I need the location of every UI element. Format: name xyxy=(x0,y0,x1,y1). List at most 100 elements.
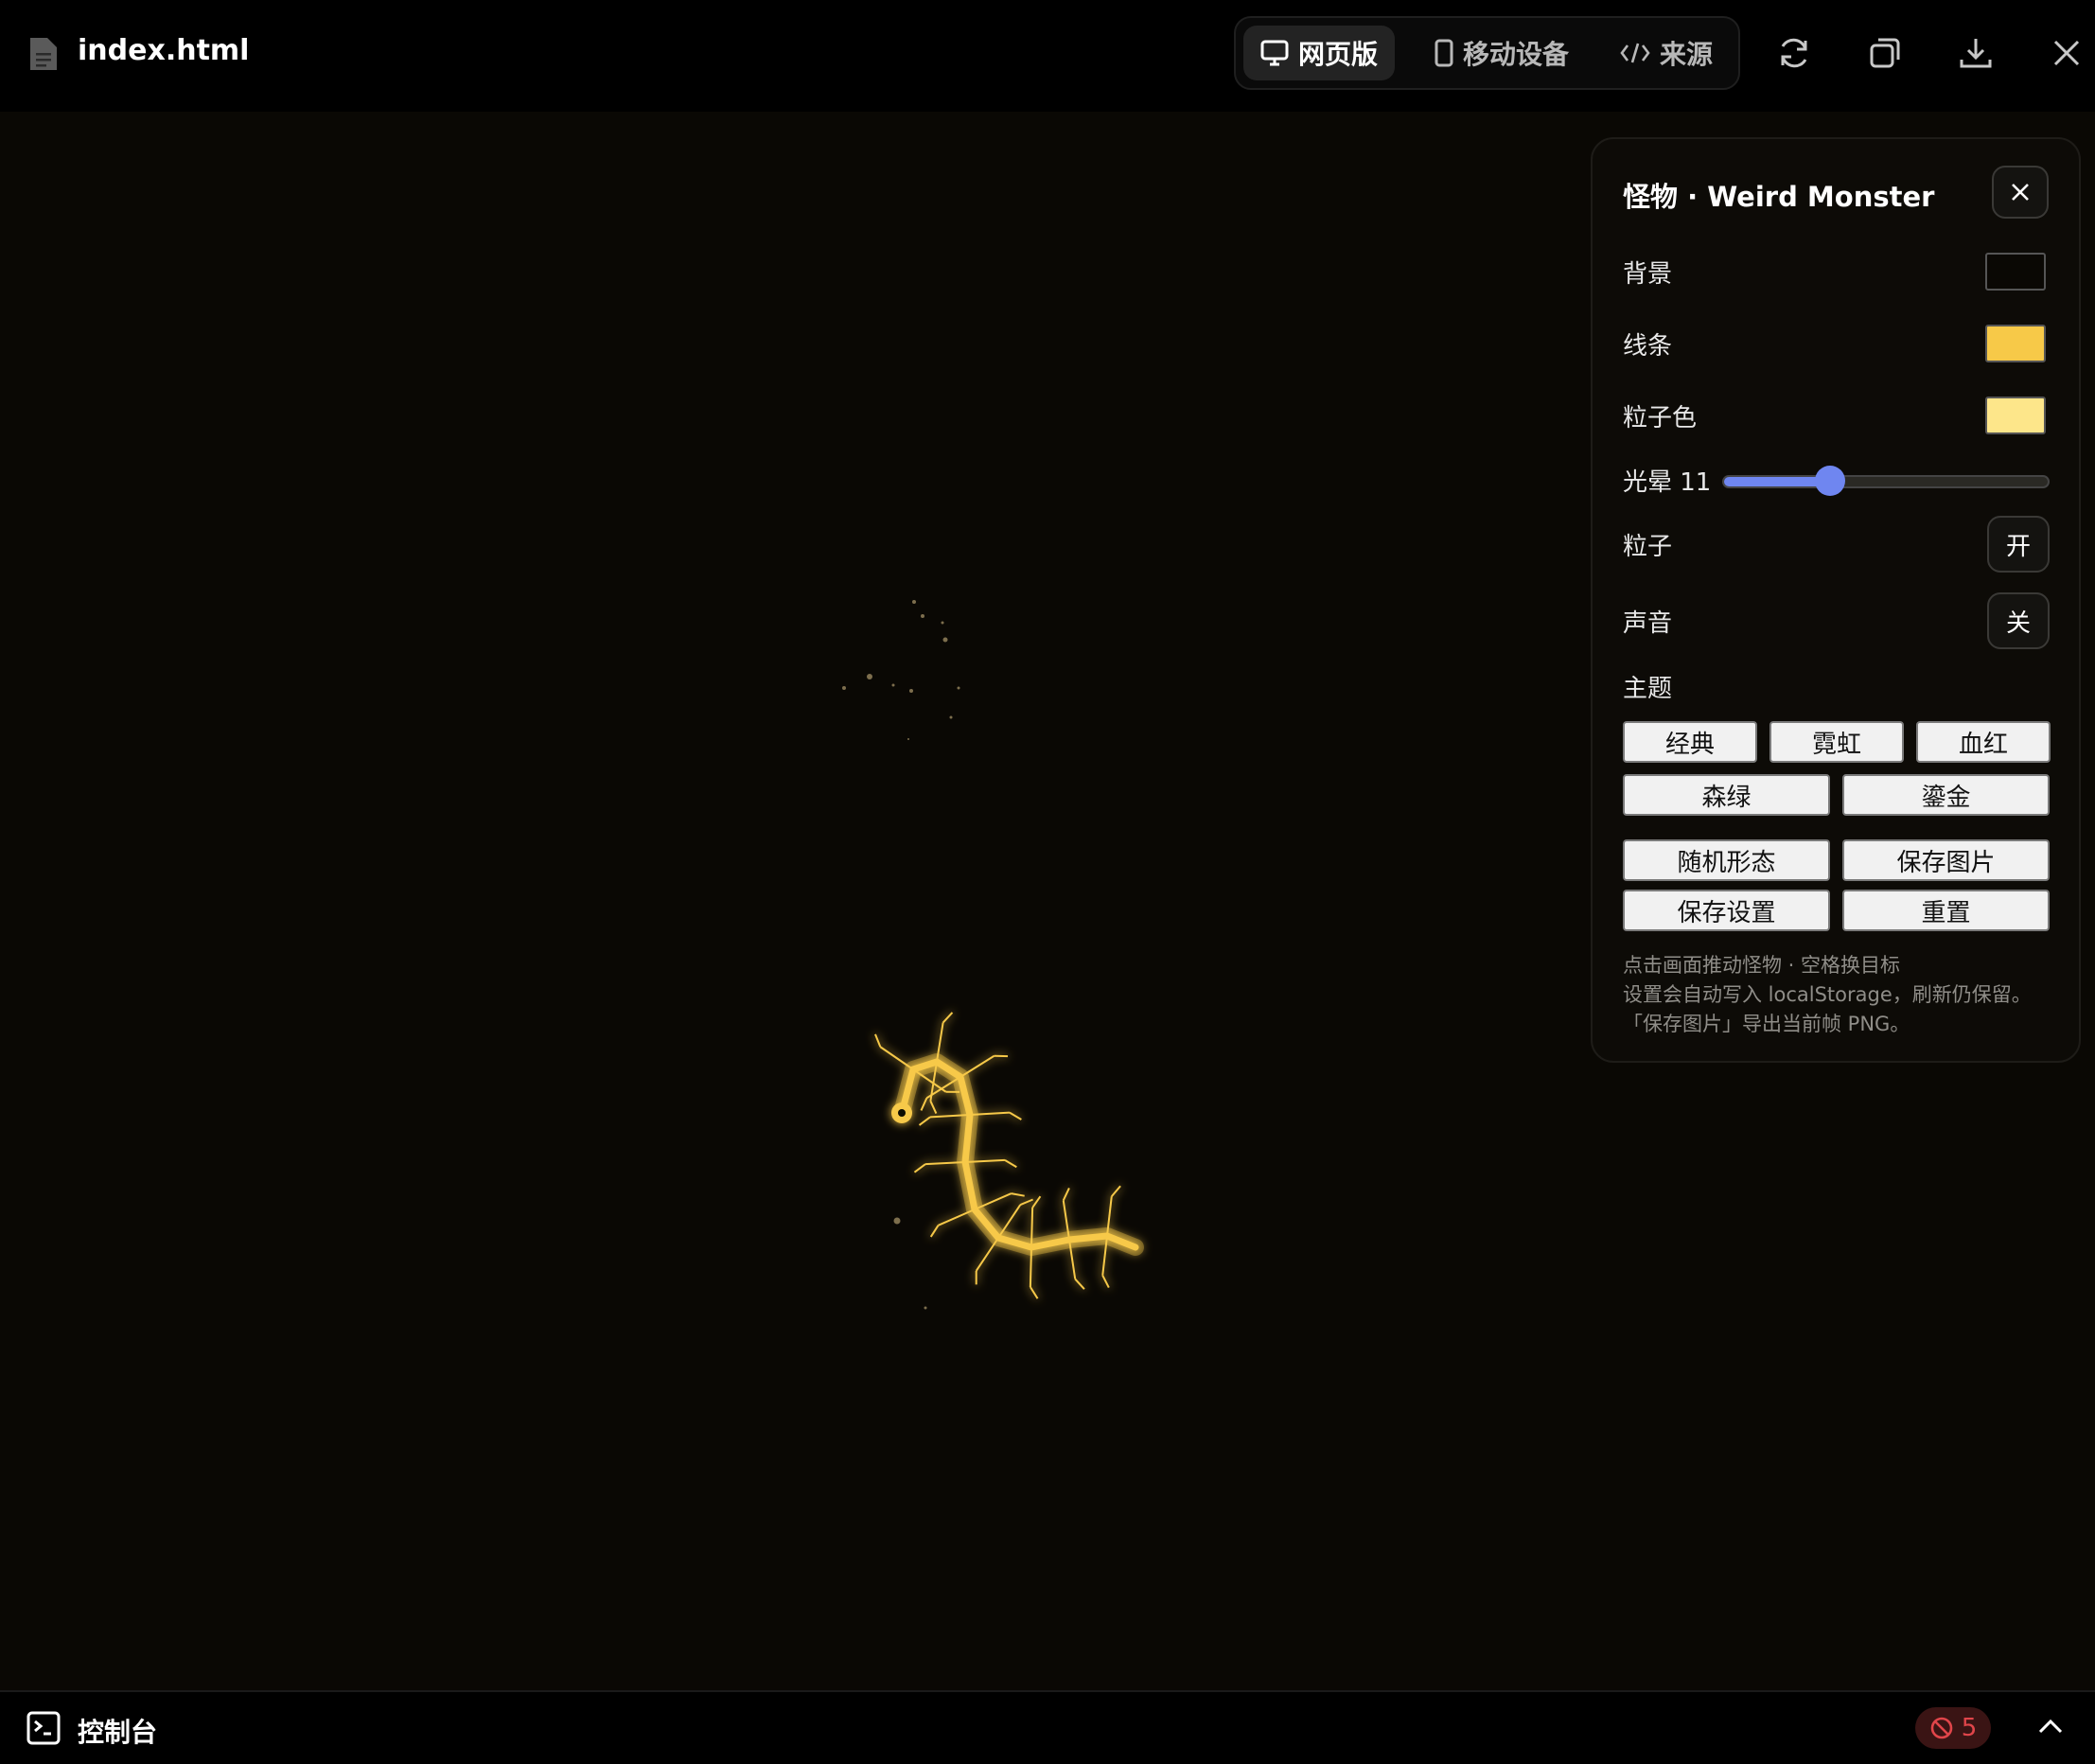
hint-line-3: 「保存图片」导出当前帧 PNG。 xyxy=(1623,1013,1910,1035)
theme-blood-button[interactable]: 血红 xyxy=(1916,721,2051,763)
monster-leg-tip xyxy=(874,1033,882,1048)
tab-source-label: 来源 xyxy=(1660,39,1714,70)
sound-toggle[interactable]: 关 xyxy=(1987,592,2050,649)
particle-dot xyxy=(909,689,913,693)
particle-dot xyxy=(957,686,960,690)
particles-toggle[interactable]: 开 xyxy=(1987,516,2050,573)
particle-dot xyxy=(842,686,846,690)
particle-cloud xyxy=(842,600,960,1310)
download-button[interactable] xyxy=(1955,32,1997,74)
terminal-icon xyxy=(26,1711,61,1745)
tab-mobile[interactable]: 移动设备 xyxy=(1417,26,1586,80)
monster-leg-tip xyxy=(929,1101,938,1115)
monster-leg-tip xyxy=(1031,1195,1042,1208)
theme-neon-button[interactable]: 霓虹 xyxy=(1769,721,1904,763)
particle-dot xyxy=(941,621,944,625)
glow-slider-thumb[interactable] xyxy=(1815,466,1846,496)
code-icon xyxy=(1620,43,1650,63)
monster-leg-tip xyxy=(1009,1111,1022,1120)
error-count: 5 xyxy=(1961,1714,1978,1742)
monster-leg-tip xyxy=(1074,1278,1085,1290)
background-color-picker[interactable] xyxy=(1985,253,2046,291)
monster-leg-tip xyxy=(920,1097,928,1111)
theme-gold-button[interactable]: 鎏金 xyxy=(1842,774,2050,816)
view-mode-switcher: 网页版 移动设备 来源 xyxy=(1234,16,1740,90)
particle-color-picker[interactable] xyxy=(1985,397,2046,434)
monster-leg-tip xyxy=(1062,1187,1070,1201)
monster-leg-tip xyxy=(1030,1286,1039,1299)
copy-button[interactable] xyxy=(1864,32,1906,74)
tab-source[interactable]: 来源 xyxy=(1603,26,1730,80)
reset-button[interactable]: 重置 xyxy=(1842,890,2050,931)
background-label: 背景 xyxy=(1623,260,1673,289)
tab-web[interactable]: 网页版 xyxy=(1243,26,1396,80)
theme-forest-button[interactable]: 森绿 xyxy=(1623,774,1830,816)
monster-leg xyxy=(975,1237,999,1272)
monster-leg-tip xyxy=(929,1225,940,1238)
glow-label: 光晕 11 xyxy=(1623,468,1712,497)
particle-color-label: 粒子色 xyxy=(1623,404,1698,432)
phone-icon xyxy=(1435,39,1453,67)
line-color-picker[interactable] xyxy=(1985,325,2046,362)
console-toggle[interactable]: 控制台 xyxy=(78,1712,157,1750)
glow-slider-track[interactable] xyxy=(1722,475,2050,488)
monster-body xyxy=(874,1012,1144,1299)
close-icon xyxy=(2053,40,2080,66)
refresh-button[interactable] xyxy=(1773,32,1815,74)
file-name: index.html xyxy=(78,34,250,67)
settings-panel: 怪物 · Weird Monster 背景 线条 粒子色 光晕 11 粒子 开 … xyxy=(1591,137,2081,1063)
monster-leg-tip xyxy=(1111,1185,1121,1197)
monster-leg xyxy=(938,1208,976,1226)
save-image-button[interactable]: 保存图片 xyxy=(1842,839,2050,881)
particle-dot xyxy=(912,600,916,604)
tab-web-label: 网页版 xyxy=(1298,39,1379,70)
panel-close-button[interactable] xyxy=(1992,166,2049,219)
error-icon xyxy=(1930,1717,1953,1739)
monster-leg xyxy=(879,1046,914,1070)
particle-dot xyxy=(942,637,948,643)
monster-canvas[interactable]: 怪物 · Weird Monster 背景 线条 粒子色 光晕 11 粒子 开 … xyxy=(0,112,2095,1690)
particle-dot xyxy=(921,614,924,618)
theme-classic-button[interactable]: 经典 xyxy=(1623,721,1757,763)
theme-label: 主题 xyxy=(1623,675,1673,703)
random-shape-button[interactable]: 随机形态 xyxy=(1623,839,1830,881)
close-window-button[interactable] xyxy=(2046,32,2087,74)
particles-label: 粒子 xyxy=(1623,533,1673,561)
file-icon xyxy=(30,38,57,70)
copy-icon xyxy=(1870,38,1900,68)
monster-spine xyxy=(898,1058,1139,1251)
monster-eye xyxy=(898,1109,906,1117)
save-settings-button[interactable]: 保存设置 xyxy=(1623,890,1830,931)
hint-line-2: 设置会自动写入 localStorage，刷新仍保留。 xyxy=(1623,983,2032,1006)
tab-mobile-label: 移动设备 xyxy=(1463,39,1570,70)
close-icon xyxy=(2012,184,2029,201)
monster-leg-tip xyxy=(918,1116,931,1126)
top-bar: index.html 网页版 移动设备 来源 xyxy=(0,0,2095,112)
download-icon xyxy=(1960,39,1992,68)
error-count-badge[interactable]: 5 xyxy=(1915,1707,1991,1749)
monster-leg xyxy=(959,1054,995,1078)
monster-spine-glow xyxy=(893,1053,1144,1256)
monster-leg xyxy=(1029,1246,1032,1288)
monster-leg-tip xyxy=(913,1163,926,1173)
refresh-icon xyxy=(1781,38,1807,68)
console-bar: 控制台 5 xyxy=(0,1690,2095,1764)
monster-leg-tip xyxy=(1101,1275,1110,1289)
line-label: 线条 xyxy=(1623,332,1673,361)
particle-dot xyxy=(891,683,895,687)
monster-leg-tip xyxy=(1011,1192,1025,1197)
sound-label: 声音 xyxy=(1623,609,1673,638)
particle-dot xyxy=(893,1217,901,1225)
particle-dot xyxy=(867,674,872,679)
particle-dot xyxy=(924,1306,927,1310)
hint-line-1: 点击画面推动怪物 · 空格换目标 xyxy=(1623,954,1901,977)
monster-leg xyxy=(1030,1207,1034,1248)
particle-dot xyxy=(907,738,909,740)
monitor-icon xyxy=(1260,40,1289,66)
monster-leg-tip xyxy=(1019,1198,1033,1206)
chevron-up-icon[interactable] xyxy=(2036,1713,2065,1741)
monster-leg-tip xyxy=(942,1012,954,1024)
panel-title: 怪物 · Weird Monster xyxy=(1623,181,1935,213)
monster-leg-tip xyxy=(1004,1159,1017,1169)
particle-dot xyxy=(949,715,953,719)
